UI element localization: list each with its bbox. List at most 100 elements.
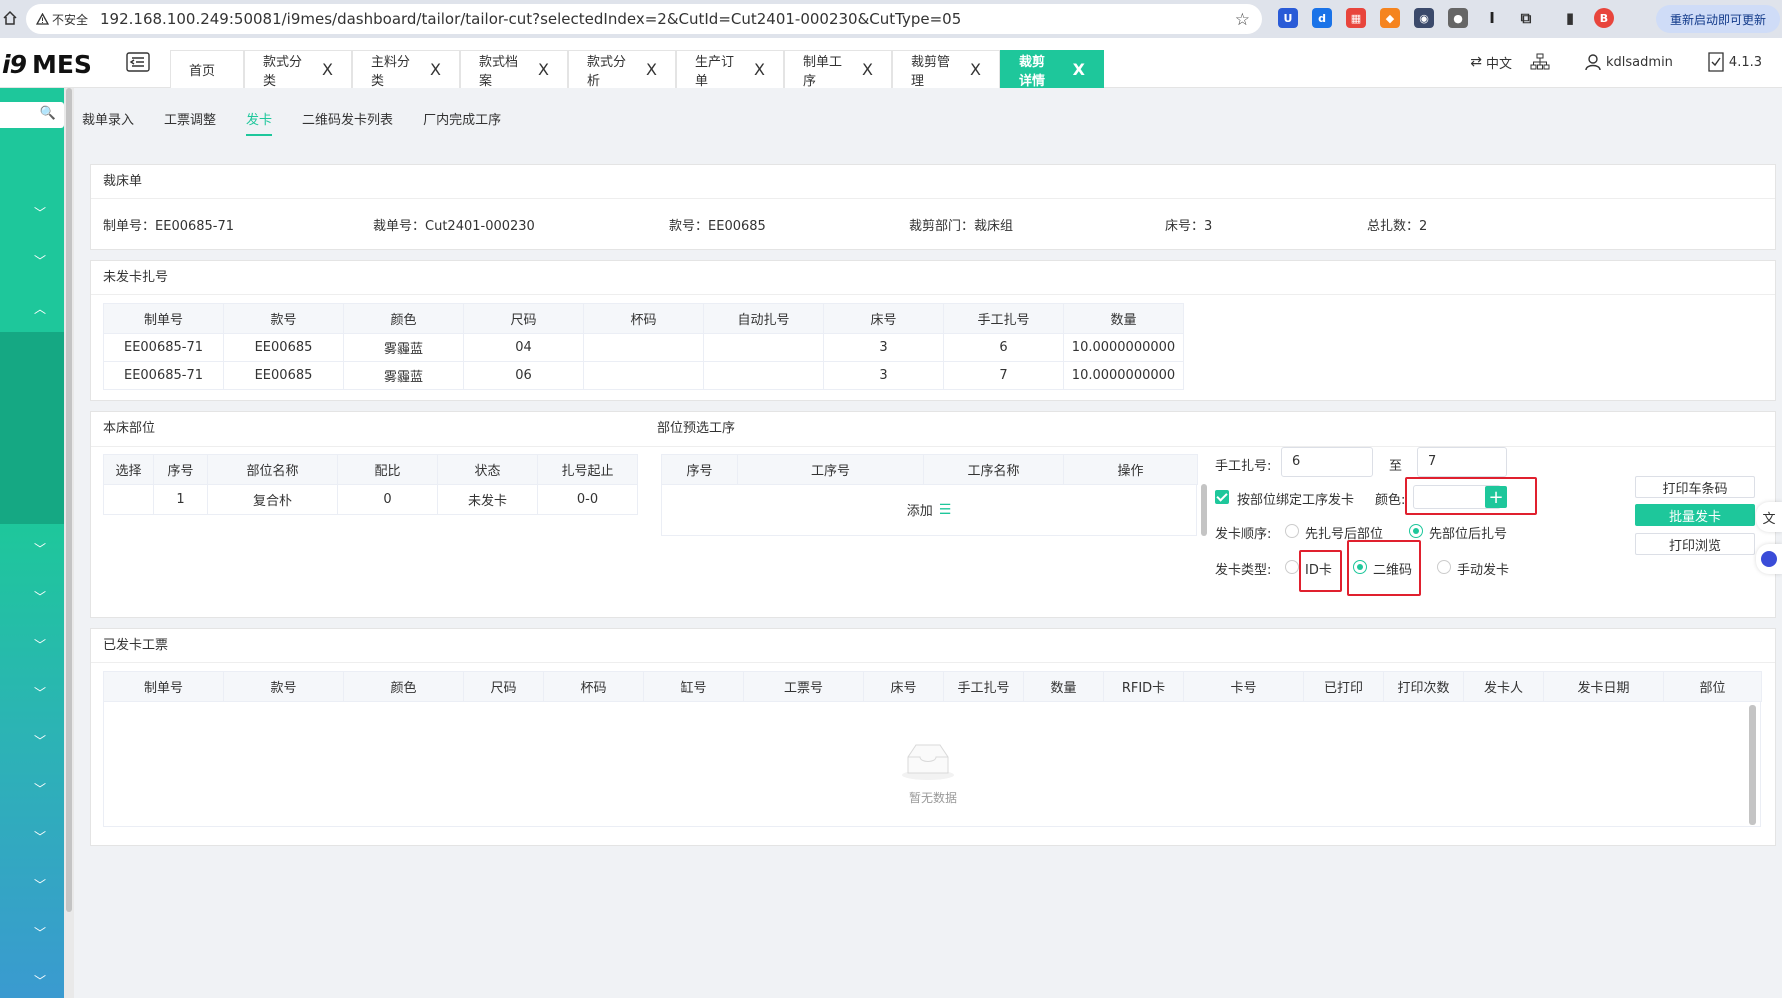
user-menu[interactable]: kdlsadmin [1584,53,1673,71]
menu-collapse-icon[interactable] [126,52,150,72]
close-icon[interactable]: X [322,60,333,79]
column-header: 制单号 [103,671,224,702]
print-preview-button[interactable]: 打印浏览 [1635,533,1755,555]
d-extension-icon[interactable]: d [1312,8,1332,28]
order-bundle-first-radio[interactable] [1285,524,1299,538]
globe-extension-icon[interactable]: ● [1448,8,1468,28]
user-icon [1585,54,1601,71]
tab-item[interactable]: 首页 [170,50,244,88]
document-check-icon [1708,52,1724,72]
add-process-button[interactable]: 添加 ☰ [661,484,1197,536]
info-label: 床号： [1165,218,1205,234]
table-cell [583,361,704,390]
tab-item[interactable]: 主料分类 X [352,50,460,89]
close-icon[interactable]: X [970,60,981,79]
tab-item[interactable]: 款式档案 X [460,50,568,89]
home-icon[interactable] [2,10,18,26]
cube-extension-icon[interactable]: ▦ [1346,8,1366,28]
subnav-item[interactable]: 工票调整 [164,88,216,148]
puzzle-extension-icon[interactable]: ⧉ [1516,8,1536,28]
tab-item[interactable]: 裁剪详情 X [1000,50,1104,89]
face-extension-icon[interactable]: ◉ [1414,8,1434,28]
info-field: 裁单号：Cut2401-000230 [373,215,669,234]
close-icon[interactable]: X [538,60,549,79]
sidebar-search-input[interactable]: 🔍 [0,102,64,128]
cursor-extension-icon[interactable]: I [1482,8,1502,28]
print-barcode-button[interactable]: 打印车条码 [1635,476,1755,498]
chevron-down-icon[interactable]: ﹀ [34,972,46,989]
tab-item[interactable]: 裁剪管理 X [892,50,1000,89]
table-row[interactable]: EE00685-71 EE00685 雾霾蓝 04 3 6 10.0000000000 [103,333,1184,362]
bundle-to-input[interactable]: 7 [1417,447,1507,477]
tab-label: 裁剪管理 [911,54,951,89]
shield-extension-icon[interactable]: U [1278,8,1298,28]
url-text[interactable]: 192.168.100.249:50081/i9mes/dashboard/ta… [100,10,961,28]
scrollbar-thumb[interactable] [66,88,72,912]
manual-issue-radio[interactable] [1437,560,1451,574]
tab-item[interactable]: 款式分析 X [568,50,676,89]
close-icon[interactable]: X [862,60,873,79]
table-row[interactable]: 1 复合朴 0 未发卡 0-0 [103,484,638,515]
issue-order-label: 发卡顺序: [1215,527,1272,542]
sidebar-scrollbar[interactable] [64,88,74,998]
subnav-item[interactable]: 厂内完成工序 [423,88,501,148]
security-indicator[interactable]: 不安全 [36,11,88,28]
sitemap-icon [1530,53,1550,70]
table-cell: 0 [337,484,438,515]
unissued-bundles-panel: 未发卡扎号 制单号 款号 颜色 尺码 杯码 自动扎号 床号 手工扎号 数量 EE00685-71 E… [90,260,1776,401]
tab-item[interactable]: 生产订单 X [676,50,784,89]
bundle-from-input[interactable]: 6 [1281,447,1373,477]
subnav-item[interactable]: 发卡 [246,88,273,148]
chevron-down-icon[interactable]: ﹀ [34,876,46,893]
info-value: EE00685 [708,218,766,234]
bind-process-checkbox[interactable] [1215,490,1229,504]
chevron-up-icon[interactable]: ︿ [34,300,46,317]
chevron-down-icon[interactable]: ﹀ [34,252,46,269]
tab-item[interactable]: 制单工序 X [784,50,892,89]
tab-item[interactable]: 款式分类 X [244,50,352,89]
close-icon[interactable]: X [754,60,765,79]
assistant-float-icon[interactable] [1756,544,1782,574]
column-header: 手工扎号 [943,671,1024,702]
order-part-first-radio[interactable] [1409,524,1423,538]
table-row[interactable]: EE00685-71 EE00685 雾霾蓝 06 3 7 10.0000000000 [103,361,1184,390]
column-header: 杯码 [543,671,644,702]
restart-update-button[interactable]: 重新启动即可更新 [1656,5,1780,33]
org-chart-icon[interactable] [1530,53,1550,71]
close-icon[interactable]: X [430,60,441,79]
subnav-item[interactable]: 裁单录入 [82,88,134,148]
bookmark-star-icon[interactable]: ☆ [1235,10,1250,30]
chevron-down-icon[interactable]: ﹀ [34,924,46,941]
version-info[interactable]: 4.1.3 [1707,52,1762,72]
chevron-down-icon[interactable]: ﹀ [34,732,46,749]
sidebar-toggle-icon[interactable]: ▮ [1560,8,1580,28]
chevron-down-icon[interactable]: ﹀ [34,828,46,845]
parts-table: 选择 序号 部位名称 配比 状态 扎号起止 1 复合朴 0 未发卡 0-0 [103,454,638,515]
chevron-down-icon[interactable]: ﹀ [34,780,46,797]
language-switch[interactable]: ⇄ 中文 [1470,53,1512,72]
chevron-down-icon[interactable]: ﹀ [34,636,46,653]
table-cell [103,484,154,515]
id-card-radio[interactable] [1285,560,1299,574]
batch-issue-button[interactable]: 批量发卡 [1635,504,1755,526]
subnav-item[interactable]: 二维码发卡列表 [302,88,393,148]
preselect-scrollbar[interactable] [1201,484,1207,536]
chevron-down-icon[interactable]: ﹀ [34,684,46,701]
close-icon[interactable]: X [1073,60,1085,79]
column-header: 自动扎号 [703,303,824,334]
tab-label: 款式分析 [587,54,627,89]
cut-bed-panel: 裁床单 制单号：EE00685-71 裁单号：Cut2401-000230 款号：E… [90,164,1776,250]
fox-extension-icon[interactable]: ◆ [1380,8,1400,28]
column-header: 状态 [437,454,538,485]
chevron-down-icon[interactable]: ﹀ [34,588,46,605]
info-field: 裁剪部门：裁床组 [909,215,1165,234]
translate-float-icon[interactable]: 文 [1756,502,1782,532]
issued-scrollbar[interactable] [1749,705,1756,825]
chevron-down-icon[interactable]: ﹀ [34,540,46,557]
address-bar[interactable]: 不安全 192.168.100.249:50081/i9mes/dashboar… [26,4,1262,34]
chevron-down-icon[interactable]: ﹀ [34,204,46,221]
version-label: 4.1.3 [1728,54,1762,70]
search-icon[interactable]: 🔍 [40,106,56,121]
close-icon[interactable]: X [646,60,657,79]
profile-avatar[interactable]: B [1594,8,1614,28]
